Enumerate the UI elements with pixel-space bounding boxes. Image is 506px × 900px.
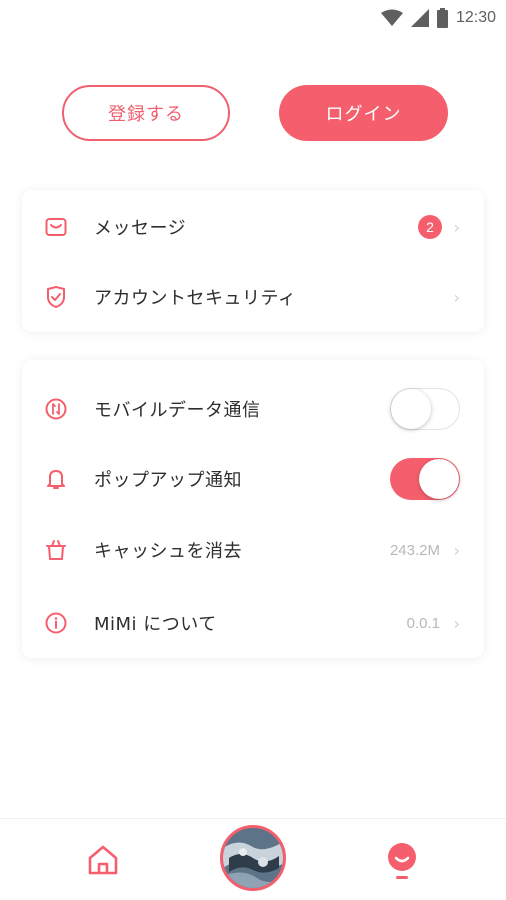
status-time: 12:30 xyxy=(455,9,496,26)
cell-signal-icon xyxy=(410,9,429,27)
login-button[interactable]: ログイン xyxy=(279,85,448,141)
chevron-right-icon: › xyxy=(453,540,460,560)
menu-item-popup-notification: ポップアップ通知 xyxy=(22,444,484,514)
menu-item-account-security[interactable]: アカウントセキュリティ › xyxy=(22,262,484,332)
auth-row: 登録する ログイン xyxy=(62,85,448,141)
menu-item-label: メッセージ xyxy=(94,218,187,239)
menu-item-label: ポップアップ通知 xyxy=(94,470,242,491)
bell-icon xyxy=(44,467,68,491)
menu-item-label: キャッシュを消去 xyxy=(94,541,242,562)
avatar-image xyxy=(223,828,283,888)
menu-item-label: モバイルデータ通信 xyxy=(94,400,261,421)
info-icon xyxy=(44,611,68,635)
version-value: 0.0.1 xyxy=(406,614,440,632)
chevron-right-icon: › xyxy=(453,217,460,237)
chevron-right-icon: › xyxy=(453,287,460,307)
status-bar: 12:30 xyxy=(0,0,506,36)
mail-icon xyxy=(44,215,68,239)
settings-card: モバイルデータ通信 ポップアップ通知 キャッシュを消去 243.2M › MiM… xyxy=(22,360,484,658)
account-card: メッセージ 2 › アカウントセキュリティ › xyxy=(22,190,484,332)
chevron-right-icon: › xyxy=(453,613,460,633)
register-button[interactable]: 登録する xyxy=(62,85,230,141)
wifi-icon xyxy=(380,9,403,26)
bottom-nav xyxy=(0,818,506,900)
unread-badge: 2 xyxy=(418,215,442,239)
trash-icon xyxy=(44,538,68,562)
toggle-knob xyxy=(419,459,459,499)
shield-icon xyxy=(44,285,68,309)
home-icon[interactable] xyxy=(86,843,120,877)
menu-item-label: MiMi について xyxy=(94,614,217,635)
mobile-data-toggle[interactable] xyxy=(390,388,460,430)
menu-item-about[interactable]: MiMi について 0.0.1 › xyxy=(22,588,484,658)
menu-item-mobile-data: モバイルデータ通信 xyxy=(22,374,484,444)
data-icon xyxy=(44,397,68,421)
menu-item-clear-cache[interactable]: キャッシュを消去 243.2M › xyxy=(22,515,484,585)
toggle-knob xyxy=(391,389,431,429)
popup-notification-toggle[interactable] xyxy=(390,458,460,500)
menu-item-messages[interactable]: メッセージ 2 › xyxy=(22,192,484,262)
cache-size-value: 243.2M xyxy=(389,541,440,559)
avatar[interactable] xyxy=(220,825,286,891)
status-icons: 12:30 xyxy=(380,8,496,28)
menu-item-label: アカウントセキュリティ xyxy=(94,288,297,309)
battery-icon xyxy=(436,8,448,28)
profile-icon[interactable] xyxy=(384,841,420,881)
